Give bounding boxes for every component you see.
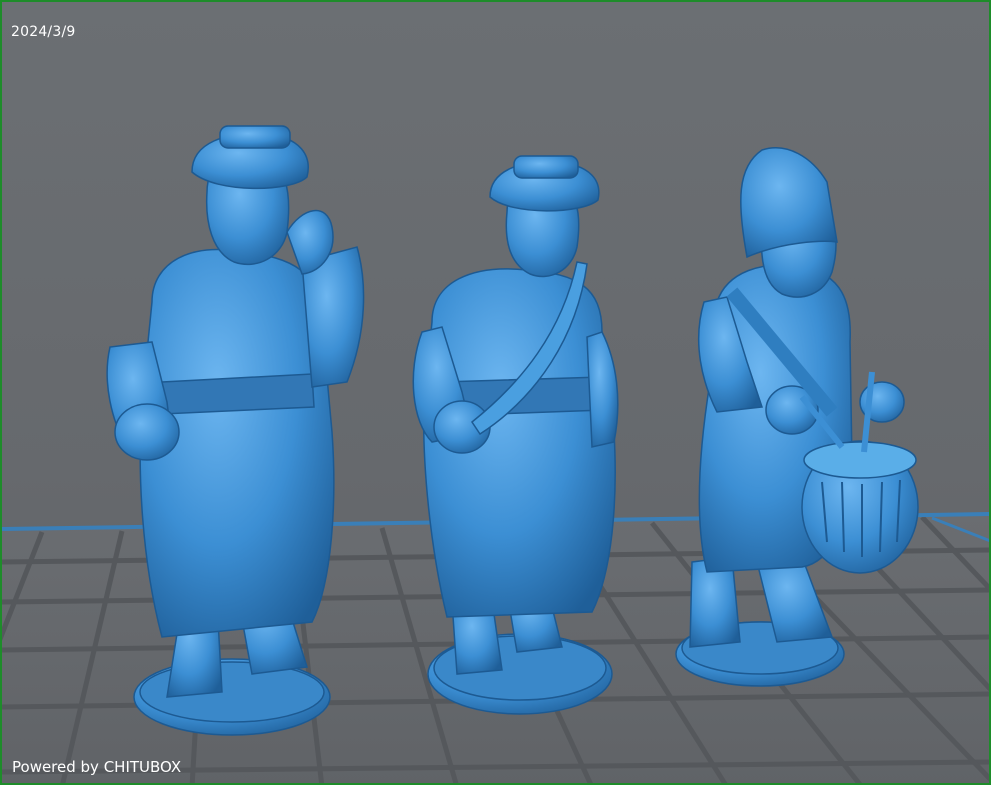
3d-viewport[interactable]: 2024/3/9 Powered by CHITUBOX [0, 0, 991, 785]
scene[interactable] [2, 2, 991, 785]
date-label: 2024/3/9 [11, 24, 76, 40]
powered-by-watermark: Powered by CHITUBOX [12, 758, 182, 776]
